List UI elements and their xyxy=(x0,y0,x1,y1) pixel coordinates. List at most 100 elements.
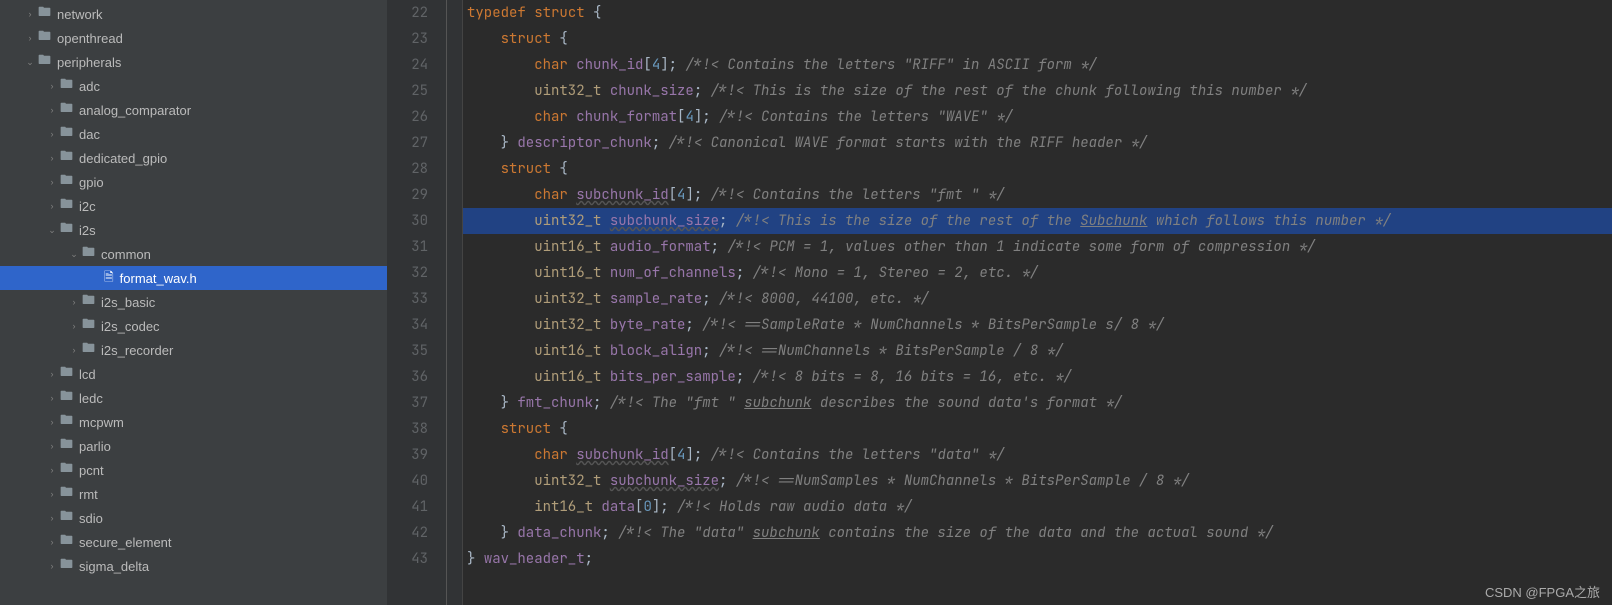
code-line[interactable]: uint16_t block_align; /*!< ==NumChannels… xyxy=(463,338,1612,364)
fold-marker[interactable] xyxy=(447,260,462,286)
tree-item-network[interactable]: ›🖿network xyxy=(0,2,387,26)
fold-marker[interactable] xyxy=(447,234,462,260)
code-line[interactable]: struct { xyxy=(463,26,1612,52)
fold-marker[interactable] xyxy=(447,130,462,156)
code-line[interactable]: int16_t data[0]; /*!< Holds raw audio da… xyxy=(463,494,1612,520)
code-line[interactable]: typedef struct { xyxy=(463,0,1612,26)
fold-marker[interactable] xyxy=(447,156,462,182)
chevron-icon[interactable]: › xyxy=(66,297,82,307)
tree-item-i2s-basic[interactable]: ›🖿i2s_basic xyxy=(0,290,387,314)
chevron-icon[interactable]: › xyxy=(66,345,82,355)
code-line[interactable]: struct { xyxy=(463,156,1612,182)
tree-item-label: i2s_basic xyxy=(101,295,155,310)
file-tree-sidebar[interactable]: ›🖿network›🖿openthread⌄🖿peripherals›🖿adc›… xyxy=(0,0,387,605)
fold-marker[interactable] xyxy=(447,208,462,234)
chevron-icon[interactable]: › xyxy=(44,201,60,211)
tree-item-peripherals[interactable]: ⌄🖿peripherals xyxy=(0,50,387,74)
tree-item-pcnt[interactable]: ›🖿pcnt xyxy=(0,458,387,482)
line-number: 26 xyxy=(387,104,428,130)
chevron-icon[interactable]: › xyxy=(44,153,60,163)
tree-item-i2s-codec[interactable]: ›🖿i2s_codec xyxy=(0,314,387,338)
chevron-icon[interactable]: ⌄ xyxy=(22,57,38,68)
tree-item-rmt[interactable]: ›🖿rmt xyxy=(0,482,387,506)
fold-marker[interactable] xyxy=(447,338,462,364)
fold-marker[interactable] xyxy=(447,364,462,390)
chevron-icon[interactable]: › xyxy=(44,393,60,403)
tree-item-sdio[interactable]: ›🖿sdio xyxy=(0,506,387,530)
tree-item-mcpwm[interactable]: ›🖿mcpwm xyxy=(0,410,387,434)
line-number-gutter: 2223242526272829303132333435363738394041… xyxy=(387,0,447,605)
code-line[interactable]: uint16_t bits_per_sample; /*!< 8 bits = … xyxy=(463,364,1612,390)
tree-item-adc[interactable]: ›🖿adc xyxy=(0,74,387,98)
fold-marker[interactable] xyxy=(447,52,462,78)
tree-item-analog-comparator[interactable]: ›🖿analog_comparator xyxy=(0,98,387,122)
code-line[interactable]: uint32_t subchunk_size; /*!< ==NumSample… xyxy=(463,468,1612,494)
chevron-icon[interactable]: › xyxy=(44,441,60,451)
fold-marker[interactable] xyxy=(447,312,462,338)
tree-item-i2s[interactable]: ⌄🖿i2s xyxy=(0,218,387,242)
code-line[interactable]: } wav_header_t; xyxy=(463,546,1612,572)
tree-item-openthread[interactable]: ›🖿openthread xyxy=(0,26,387,50)
code-line[interactable]: uint32_t subchunk_size; /*!< This is the… xyxy=(463,208,1612,234)
tree-item-sigma-delta[interactable]: ›🖿sigma_delta xyxy=(0,554,387,578)
tree-item-lcd[interactable]: ›🖿lcd xyxy=(0,362,387,386)
chevron-icon[interactable]: › xyxy=(44,105,60,115)
fold-marker[interactable] xyxy=(447,442,462,468)
fold-marker[interactable] xyxy=(447,104,462,130)
tree-item-i2s-recorder[interactable]: ›🖿i2s_recorder xyxy=(0,338,387,362)
fold-marker[interactable] xyxy=(447,390,462,416)
fold-marker[interactable] xyxy=(447,78,462,104)
chevron-icon[interactable]: › xyxy=(66,321,82,331)
code-line[interactable]: uint32_t byte_rate; /*!< ==SampleRate * … xyxy=(463,312,1612,338)
chevron-icon[interactable]: › xyxy=(44,489,60,499)
tree-item-common[interactable]: ⌄🖿common xyxy=(0,242,387,266)
code-line[interactable]: uint32_t sample_rate; /*!< 8000, 44100, … xyxy=(463,286,1612,312)
chevron-icon[interactable]: › xyxy=(44,513,60,523)
code-line[interactable]: char subchunk_id[4]; /*!< Contains the l… xyxy=(463,182,1612,208)
tree-item-format-wav-h[interactable]: 🗎format_wav.h xyxy=(0,266,387,290)
tree-item-dac[interactable]: ›🖿dac xyxy=(0,122,387,146)
code-line[interactable]: char subchunk_id[4]; /*!< Contains the l… xyxy=(463,442,1612,468)
code-line[interactable]: uint16_t audio_format; /*!< PCM = 1, val… xyxy=(463,234,1612,260)
fold-marker[interactable] xyxy=(447,0,462,26)
tree-item-ledc[interactable]: ›🖿ledc xyxy=(0,386,387,410)
chevron-icon[interactable]: › xyxy=(44,465,60,475)
tree-item-i2c[interactable]: ›🖿i2c xyxy=(0,194,387,218)
fold-marker[interactable] xyxy=(447,520,462,546)
tree-item-gpio[interactable]: ›🖿gpio xyxy=(0,170,387,194)
tree-item-parlio[interactable]: ›🖿parlio xyxy=(0,434,387,458)
code-line[interactable]: } fmt_chunk; /*!< The "fmt " subchunk de… xyxy=(463,390,1612,416)
chevron-icon[interactable]: › xyxy=(44,81,60,91)
fold-marker[interactable] xyxy=(447,416,462,442)
chevron-icon[interactable]: ⌄ xyxy=(44,225,60,236)
code-line[interactable]: char chunk_id[4]; /*!< Contains the lett… xyxy=(463,52,1612,78)
line-number: 24 xyxy=(387,52,428,78)
tree-item-secure-element[interactable]: ›🖿secure_element xyxy=(0,530,387,554)
tree-item-dedicated-gpio[interactable]: ›🖿dedicated_gpio xyxy=(0,146,387,170)
code-line[interactable]: } descriptor_chunk; /*!< Canonical WAVE … xyxy=(463,130,1612,156)
code-line[interactable]: char chunk_format[4]; /*!< Contains the … xyxy=(463,104,1612,130)
code-editor[interactable]: 2223242526272829303132333435363738394041… xyxy=(387,0,1612,605)
chevron-icon[interactable]: › xyxy=(22,9,38,19)
code-area[interactable]: typedef struct { struct { char chunk_id[… xyxy=(463,0,1612,605)
fold-gutter[interactable] xyxy=(447,0,463,605)
fold-marker[interactable] xyxy=(447,286,462,312)
code-line[interactable]: } data_chunk; /*!< The "data" subchunk c… xyxy=(463,520,1612,546)
chevron-icon[interactable]: › xyxy=(44,561,60,571)
chevron-icon[interactable]: ⌄ xyxy=(66,249,82,260)
chevron-icon[interactable]: › xyxy=(22,33,38,43)
code-line[interactable]: uint16_t num_of_channels; /*!< Mono = 1,… xyxy=(463,260,1612,286)
chevron-icon[interactable]: › xyxy=(44,369,60,379)
fold-marker[interactable] xyxy=(447,494,462,520)
chevron-icon[interactable]: › xyxy=(44,177,60,187)
code-line[interactable]: uint32_t chunk_size; /*!< This is the si… xyxy=(463,78,1612,104)
fold-marker[interactable] xyxy=(447,26,462,52)
fold-marker[interactable] xyxy=(447,182,462,208)
fold-marker[interactable] xyxy=(447,546,462,572)
chevron-icon[interactable]: › xyxy=(44,537,60,547)
code-line[interactable]: struct { xyxy=(463,416,1612,442)
chevron-icon[interactable]: › xyxy=(44,129,60,139)
line-number: 25 xyxy=(387,78,428,104)
chevron-icon[interactable]: › xyxy=(44,417,60,427)
fold-marker[interactable] xyxy=(447,468,462,494)
